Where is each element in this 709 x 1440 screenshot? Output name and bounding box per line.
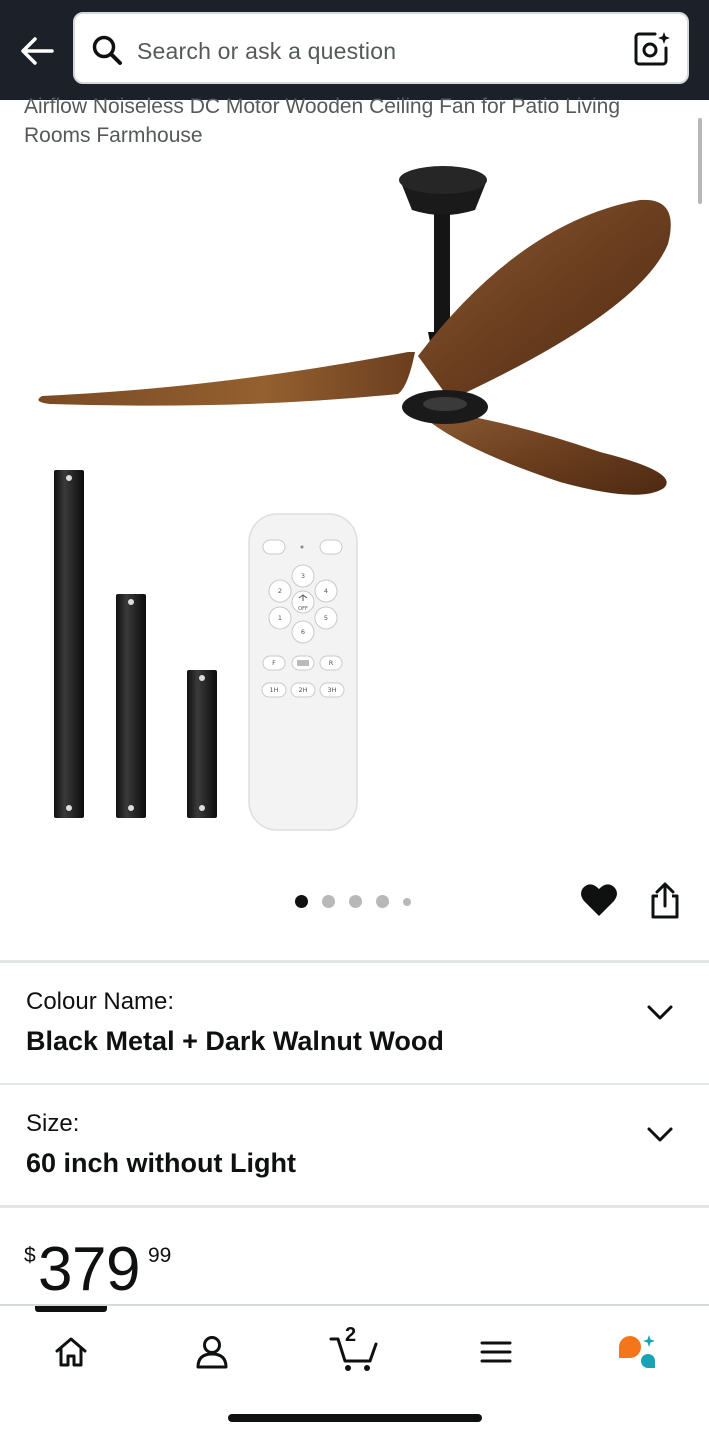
image-carousel-indicator[interactable]	[295, 895, 411, 908]
chevron-down-icon	[647, 1005, 673, 1020]
carousel-dot[interactable]	[376, 895, 389, 908]
search-bar[interactable]: Search or ask a question	[73, 12, 689, 84]
colour-label: Colour Name:	[26, 988, 175, 1015]
product-image[interactable]: 3 2 4 1 5 6 OFF F R 1H 2H 3H	[0, 152, 709, 852]
heart-icon[interactable]	[580, 882, 618, 918]
ceiling-fan-illustration: 3 2 4 1 5 6 OFF F R 1H 2H 3H	[38, 166, 671, 831]
remote-key-label: 1	[278, 614, 282, 622]
back-arrow-icon	[21, 37, 54, 65]
back-button[interactable]	[14, 28, 60, 74]
remote-key-label: 2	[278, 587, 282, 595]
price-whole: 379	[38, 1235, 140, 1304]
remote-key-label: 3H	[327, 686, 336, 694]
camera-lens-icon[interactable]	[633, 30, 671, 68]
carousel-dot[interactable]	[349, 895, 362, 908]
remote-key-label: 6	[301, 628, 305, 636]
active-tab-indicator	[35, 1306, 107, 1312]
remote-key-label: 5	[324, 614, 328, 622]
colour-value: Black Metal + Dark Walnut Wood	[26, 1026, 444, 1056]
home-icon	[55, 1337, 87, 1367]
remote-key-label: R	[329, 659, 334, 667]
product-title: Airflow Noiseless DC Motor Wooden Ceilin…	[24, 95, 621, 147]
top-header: Search or ask a question	[0, 0, 709, 100]
remote-key-label: F	[272, 659, 276, 667]
size-label: Size:	[26, 1110, 80, 1137]
rufus-icon	[619, 1335, 655, 1368]
nav-rufus[interactable]	[607, 1324, 667, 1380]
home-indicator	[228, 1414, 482, 1422]
chevron-down-icon	[647, 1127, 673, 1142]
nav-home[interactable]	[41, 1324, 101, 1380]
search-icon	[92, 35, 122, 65]
nav-account[interactable]	[182, 1324, 242, 1380]
remote-key-label: OFF	[298, 606, 308, 612]
nav-menu[interactable]	[466, 1324, 526, 1380]
carousel-dot[interactable]	[295, 895, 308, 908]
price-fraction: 99	[148, 1244, 172, 1267]
price-currency: $	[24, 1244, 36, 1267]
remote-key-label: 3	[301, 572, 305, 580]
divider	[0, 1083, 709, 1085]
divider	[0, 960, 709, 963]
carousel-dot[interactable]	[403, 897, 411, 906]
remote-key-label: 4	[324, 587, 328, 595]
search-input[interactable]: Search or ask a question	[137, 38, 396, 65]
colour-selector[interactable]: Colour Name: Black Metal + Dark Walnut W…	[0, 964, 709, 1082]
share-icon[interactable]	[648, 882, 682, 920]
nav-cart[interactable]: 2	[324, 1324, 384, 1380]
size-value: 60 inch without Light	[26, 1148, 296, 1178]
menu-icon	[480, 1341, 512, 1363]
size-selector[interactable]: Size: 60 inch without Light	[0, 1086, 709, 1204]
divider	[0, 1205, 709, 1208]
cart-count-badge: 2	[345, 1324, 357, 1346]
carousel-dot[interactable]	[322, 895, 335, 908]
remote-key-label: 1H	[269, 686, 278, 694]
remote-key-label: 2H	[298, 686, 307, 694]
account-icon	[196, 1336, 228, 1369]
